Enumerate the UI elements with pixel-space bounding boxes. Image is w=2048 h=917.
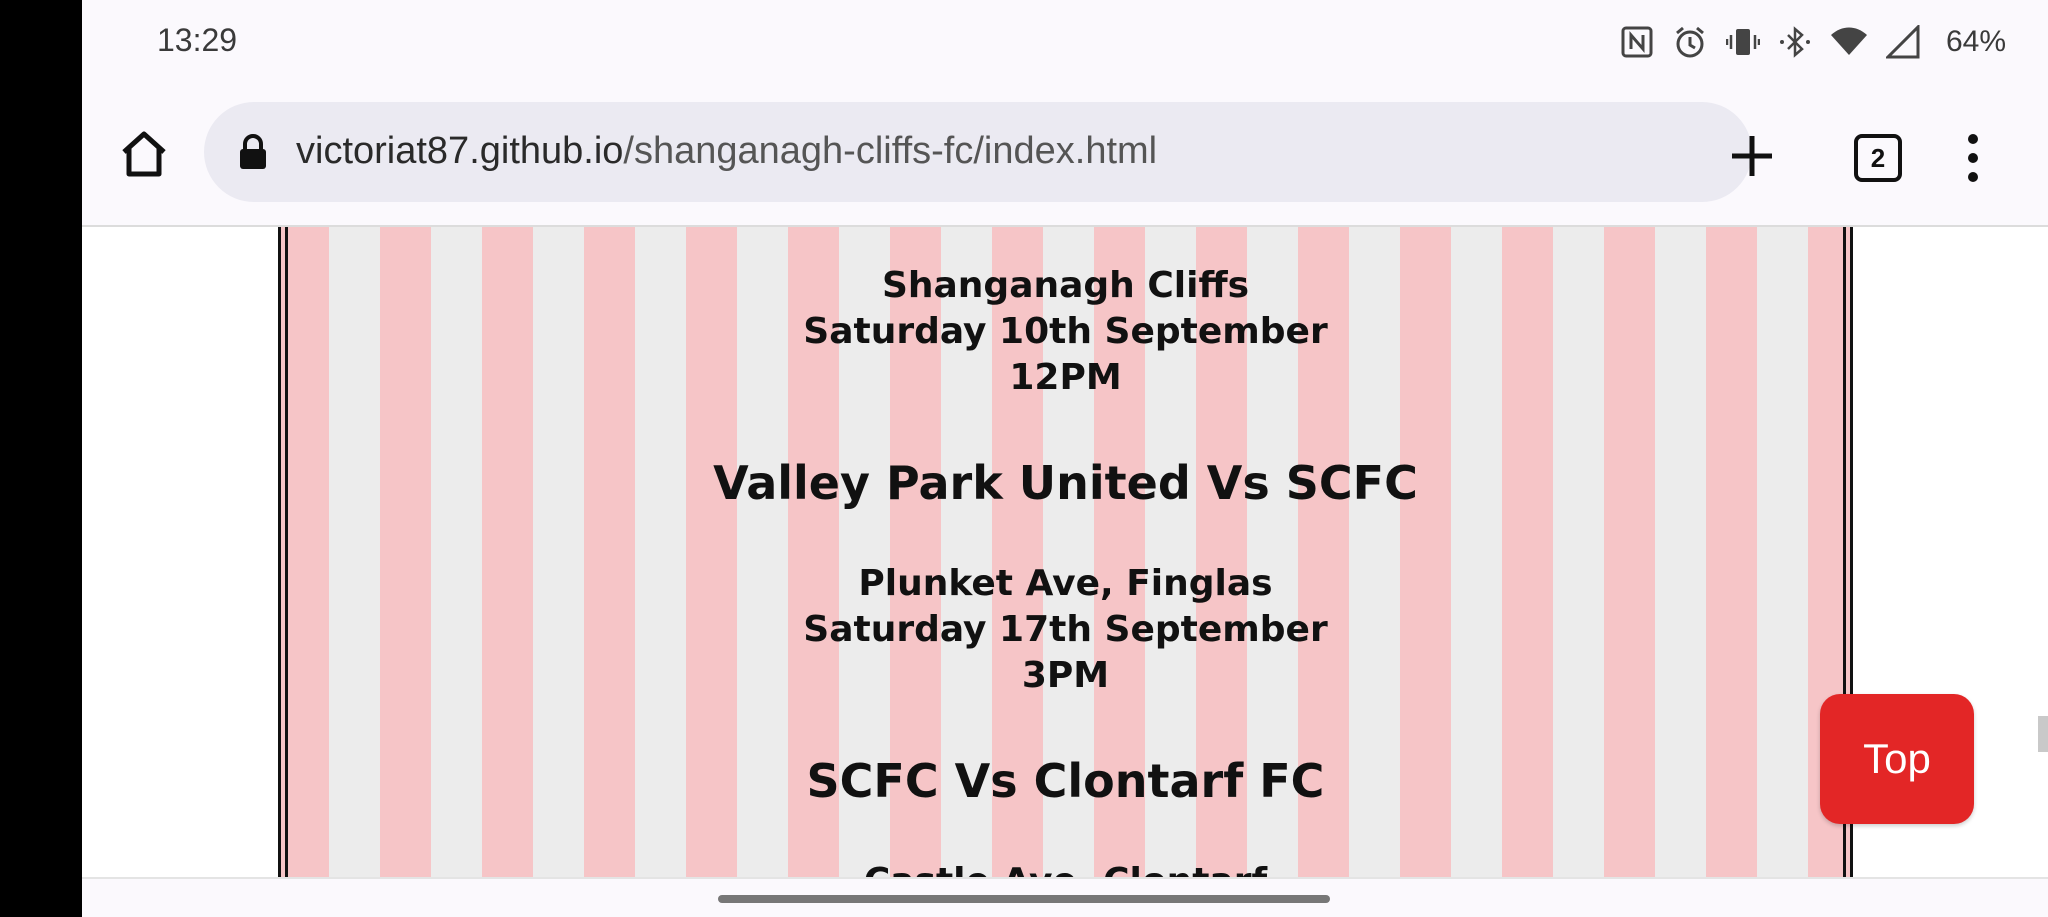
plus-icon	[1732, 136, 1772, 176]
alarm-icon	[1672, 24, 1708, 60]
web-page: Shanganagh Cliffs Saturday 10th Septembe…	[82, 227, 2048, 877]
scrollbar-thumb[interactable]	[2038, 716, 2048, 752]
battery-percentage: 64%	[1945, 25, 2006, 58]
back-to-top-button[interactable]: Top	[1820, 694, 1974, 824]
bluetooth-icon	[1778, 25, 1812, 59]
fixture-block: Shanganagh Cliffs Saturday 10th Septembe…	[278, 227, 1853, 401]
browser-toolbar: victoriat87.github.io/shanganagh-cliffs-…	[82, 84, 2048, 226]
wifi-icon	[1830, 25, 1868, 59]
status-time: 13:29	[157, 22, 238, 58]
gesture-handle[interactable]	[718, 895, 1330, 903]
fixture-venue: Shanganagh Cliffs	[881, 265, 1250, 306]
url-path: /shanganagh-cliffs-fc/index.html	[623, 130, 1158, 172]
fixture-time: 12PM	[1009, 357, 1122, 398]
left-black-bar	[0, 0, 82, 917]
more-menu-button[interactable]	[1948, 128, 1998, 188]
fixture-venue: Castle Ave, Clontarf	[278, 859, 1853, 877]
home-icon	[122, 131, 166, 177]
fixture-time: 3PM	[1021, 655, 1110, 696]
nfc-icon	[1620, 25, 1654, 59]
navigation-bar	[82, 877, 2048, 917]
fixtures-list: Shanganagh Cliffs Saturday 10th Septembe…	[278, 227, 1853, 877]
menu-dot-icon	[1968, 153, 1978, 163]
vibrate-icon	[1725, 25, 1760, 59]
signal-icon	[1885, 25, 1920, 59]
fixture-block: SCFC Vs Clontarf FC Castle Ave, Clontarf	[278, 699, 1853, 877]
menu-dot-icon	[1968, 134, 1978, 144]
address-bar[interactable]: victoriat87.github.io/shanganagh-cliffs-…	[204, 102, 1752, 202]
phone-screen: 13:29 64% victoriat87.github.io/shangana…	[82, 0, 2048, 917]
status-bar: 13:29 64%	[82, 0, 2048, 84]
url-domain: victoriat87.github.io	[296, 130, 624, 172]
fixture-date: Saturday 10th September	[803, 311, 1328, 352]
new-tab-button[interactable]	[1722, 126, 1782, 186]
fixture-match-title: Valley Park United Vs SCFC	[713, 456, 1418, 510]
fixture-date: Saturday 17th September	[803, 609, 1328, 650]
menu-dot-icon	[1968, 172, 1978, 182]
fixture-match-title: SCFC Vs Clontarf FC	[806, 754, 1325, 808]
status-icons: 64%	[1620, 20, 2006, 64]
tab-count: 2	[1854, 134, 1902, 182]
fixture-venue: Plunket Ave, Finglas	[858, 563, 1273, 604]
lock-icon	[238, 134, 268, 174]
url-text: victoriat87.github.io/shanganagh-cliffs-…	[296, 130, 1157, 173]
home-button[interactable]	[114, 124, 174, 184]
tab-switcher-button[interactable]: 2	[1848, 128, 1908, 188]
fixture-block: Valley Park United Vs SCFC Plunket Ave, …	[278, 401, 1853, 699]
